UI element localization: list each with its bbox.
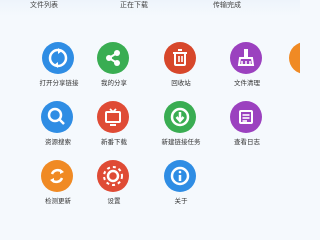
grid-item-partial-top[interactable] [289, 42, 300, 94]
grid-item-label: 检测更新 [45, 197, 71, 205]
grid-item-open-share[interactable]: 打开分享链接 [32, 42, 86, 94]
info-icon [164, 160, 196, 192]
grid-item-view-log[interactable]: 查看日志 [220, 101, 274, 153]
sync-icon [41, 160, 73, 192]
search-icon [41, 101, 73, 133]
grid-item-new-link-task[interactable]: 新建链接任务 [154, 101, 208, 153]
grid-item-resource-search[interactable]: 资源搜索 [31, 101, 85, 153]
grid-item-label: 我的分享 [101, 79, 127, 87]
grid-item-my-share[interactable]: 我的分享 [87, 42, 141, 94]
gear-icon [97, 160, 129, 192]
download-icon [164, 101, 196, 133]
grid-item-label: 文件清理 [234, 79, 260, 87]
trash-icon [164, 42, 196, 74]
grid-item-label: 新建链接任务 [161, 138, 201, 146]
share-icon [97, 42, 129, 74]
partial-icon [289, 42, 300, 74]
grid-item-new-download[interactable]: 新番下载 [87, 101, 141, 153]
grid-item-label: 资源搜索 [45, 138, 71, 146]
grid-item-check-update[interactable]: 检测更新 [31, 160, 85, 212]
tab-file-list[interactable]: 文件列表 [30, 0, 58, 12]
top-tab-bar: 文件列表 正在下载 传输完成 [0, 0, 300, 16]
grid-item-recycle[interactable]: 回收站 [154, 42, 208, 94]
tab-downloading[interactable]: 正在下载 [120, 0, 148, 12]
tab-transfer-complete[interactable]: 传输完成 [213, 0, 241, 12]
refresh-icon [42, 42, 74, 74]
grid-item-label: 新番下载 [101, 138, 127, 146]
grid-item-settings[interactable]: 设置 [87, 160, 141, 212]
grid-item-label: 关于 [174, 197, 188, 205]
grid-item-label: 回收站 [171, 79, 191, 87]
grid-item-file-cleanup[interactable]: 文件清理 [220, 42, 274, 94]
list-icon [230, 101, 262, 133]
tv-icon [97, 101, 129, 133]
grid-item-label: 设置 [107, 197, 121, 205]
broom-icon [230, 42, 262, 74]
grid-item-label: 打开分享链接 [39, 79, 79, 87]
grid-item-about[interactable]: 关于 [154, 160, 208, 212]
grid-item-label: 查看日志 [234, 138, 260, 146]
